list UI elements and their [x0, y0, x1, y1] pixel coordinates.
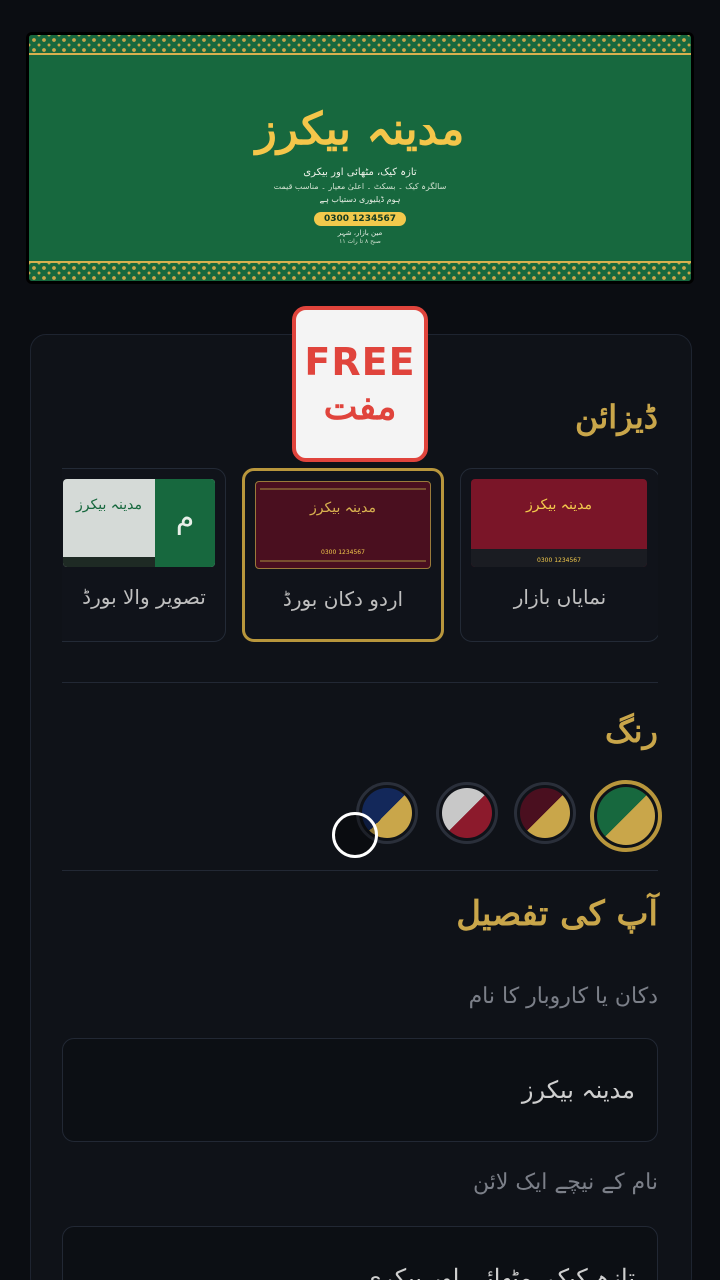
design-card-label: تصویر والا بورڈ — [82, 585, 206, 609]
top-pattern-border — [29, 35, 691, 55]
free-badge-en: FREE — [304, 340, 416, 384]
thumb-phone: 0300 1234567 — [321, 549, 365, 556]
design-card-urdu-board[interactable]: مدینہ بیکرز 0300 1234567 اردو دکان بورڈ — [242, 468, 444, 642]
tagline-input[interactable] — [62, 1226, 658, 1280]
design-thumb-photo: مدینہ بیکرز م — [63, 479, 215, 567]
design-card-photo-board[interactable]: مدینہ بیکرز م تصویر والا بورڈ — [62, 468, 226, 642]
design-thumb-urdu: مدینہ بیکرز 0300 1234567 — [255, 481, 431, 569]
thumb-title: مدینہ بیکرز — [526, 497, 592, 513]
thumb-initial: م — [175, 501, 195, 536]
design-section-title: ڈیزائن — [575, 398, 658, 436]
sign-preview-board: مدینہ بیکرز تازہ کیک، مٹھائی اور بیکری س… — [29, 35, 691, 281]
thumb-title: مدینہ بیکرز — [310, 500, 376, 516]
touch-cursor-indicator — [332, 812, 378, 858]
color-swatch-green-gold[interactable] — [590, 780, 662, 852]
free-badge-ur: مفت — [323, 386, 397, 428]
preview-delivery: ہوم ڈیلیوری دستیاب ہے — [319, 195, 401, 204]
details-section-title: آپ کی تفصیل — [456, 894, 658, 934]
design-card-label: اردو دکان بورڈ — [282, 587, 404, 611]
color-section-title: رنگ — [605, 712, 658, 750]
preview-address: مین بازار، شہر — [337, 229, 383, 237]
swatch-fill — [520, 788, 570, 838]
thumb-title: مدینہ بیکرز — [76, 497, 142, 513]
preview-services: سالگرہ کیک ۔ بسکٹ ۔ اعلیٰ معیار ۔ مناسب … — [273, 182, 447, 191]
design-thumb-bazaar: مدینہ بیکرز 0300 1234567 — [471, 479, 647, 567]
thumb-footer — [63, 557, 155, 567]
divider — [62, 682, 658, 683]
color-swatch-silver-red[interactable] — [436, 782, 498, 844]
swatch-fill — [442, 788, 492, 838]
design-card-bazaar[interactable]: مدینہ بیکرز 0300 1234567 نمایاں بازار — [460, 468, 658, 642]
preview-tagline: تازہ کیک، مٹھائی اور بیکری — [303, 167, 417, 178]
business-name-label: دکان یا کاروبار کا نام — [468, 984, 658, 1009]
preview-hours: صبح ۸ تا رات ۱۱ — [339, 238, 381, 245]
free-badge: FREE مفت — [292, 306, 428, 462]
preview-title: مدینہ بیکرز — [255, 104, 465, 155]
swatch-fill — [597, 787, 655, 845]
thumb-pattern-line — [260, 488, 426, 490]
design-card-label: نمایاں بازار — [513, 585, 607, 609]
tagline-label: نام کے نیچے ایک لائن — [473, 1170, 658, 1195]
thumb-phone: 0300 1234567 — [537, 557, 581, 564]
thumb-green-panel: م — [155, 479, 215, 567]
divider — [62, 870, 658, 871]
thumb-pattern-line — [260, 560, 426, 562]
business-name-input[interactable] — [62, 1038, 658, 1142]
bottom-pattern-border — [29, 261, 691, 281]
design-carousel[interactable]: مدینہ بیکرز 0300 1234567 نمایاں بازار مد… — [62, 468, 658, 642]
sign-preview: مدینہ بیکرز تازہ کیک، مٹھائی اور بیکری س… — [26, 32, 694, 284]
preview-phone: 0300 1234567 — [313, 212, 407, 226]
color-swatch-maroon-gold[interactable] — [514, 782, 576, 844]
